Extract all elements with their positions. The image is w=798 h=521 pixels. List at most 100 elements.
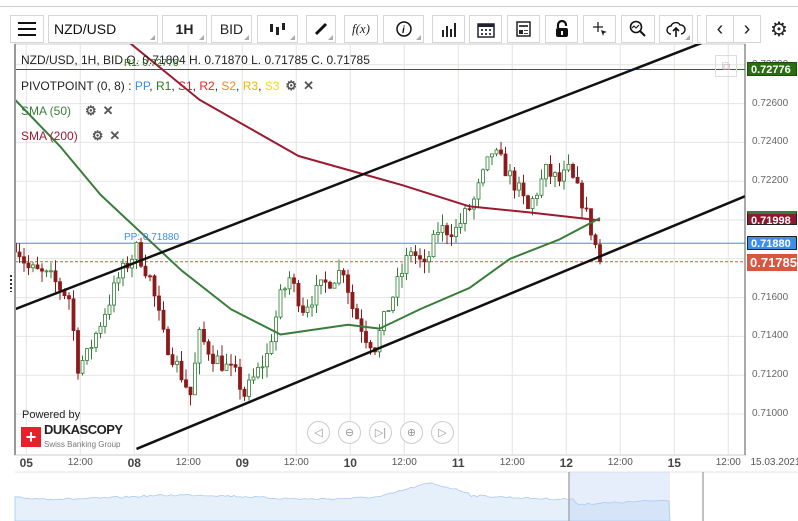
candle-body <box>188 386 193 396</box>
pivot-item-r3: R3 <box>242 79 259 93</box>
sma50-settings-icon[interactable]: ⚙ <box>85 103 97 119</box>
candle-body <box>206 341 211 355</box>
sma50-close-icon[interactable]: ✕ <box>103 103 114 119</box>
candle-body <box>458 223 463 228</box>
triangle-right-icon: ▷ <box>438 427 447 439</box>
popout-button[interactable]: ⧉ <box>715 55 737 77</box>
candle-body <box>211 353 215 365</box>
brand-sub: Swiss Banking Group <box>44 440 121 449</box>
candle-body <box>251 376 256 381</box>
scroll-right-button[interactable]: ▷ <box>431 421 454 444</box>
y-tick-label: 0.72200 <box>752 175 789 187</box>
skip-end-icon: ▷| <box>374 427 387 439</box>
candle-body <box>517 182 521 191</box>
candle-body <box>301 305 305 313</box>
candle-body <box>143 265 148 277</box>
candle-body <box>445 225 449 236</box>
sma50-name: SMA (50) <box>21 104 72 118</box>
candle-body <box>544 164 548 180</box>
pivot-settings-icon[interactable]: ⚙ <box>285 78 297 94</box>
candle-body <box>395 276 400 298</box>
candle-body <box>242 388 247 397</box>
scroll-left-button[interactable]: ◁ <box>307 421 330 444</box>
scroll-to-end-button[interactable]: ▷| <box>369 421 392 444</box>
swiss-cross-icon: + <box>21 427 41 447</box>
pivot-item-pp: PP <box>134 79 150 93</box>
candle-body <box>332 282 337 289</box>
candle-body <box>535 194 539 200</box>
candle-body <box>98 325 103 334</box>
candle-body <box>202 329 206 343</box>
x-tick-label: 12:00 <box>391 457 417 468</box>
candle-body <box>116 277 121 284</box>
candle-body <box>598 244 602 263</box>
pivot-close-icon[interactable]: ✕ <box>303 78 314 94</box>
candle-body <box>409 251 413 256</box>
candle-body <box>494 149 499 155</box>
candle-body <box>85 348 89 361</box>
candle-body <box>521 182 526 197</box>
candle-body <box>526 195 530 209</box>
dukascopy-logo: + DUKASCOPY Swiss Banking Group <box>21 423 123 451</box>
candle-body <box>274 316 278 343</box>
x-tick-label: 12:00 <box>175 457 201 468</box>
candle-body <box>467 208 472 211</box>
candle-body <box>121 262 125 279</box>
sma200-settings-icon[interactable]: ⚙ <box>92 128 104 144</box>
r1-line-text: R1: 0.72776 <box>124 58 179 70</box>
candle-body <box>67 295 71 300</box>
candle-body <box>296 283 301 307</box>
pivot-item-r1: R1 <box>155 79 172 93</box>
last-price-label: 0.71785 <box>747 253 797 271</box>
triangle-left-icon: ◁ <box>314 427 323 439</box>
candle-body <box>80 360 85 374</box>
sma200-name: SMA (200) <box>21 129 78 143</box>
pivotpoint-legend: PIVOTPOINT (0, 8) : PP, R1, S1, R2, S2, … <box>21 78 314 94</box>
sma200-close-icon[interactable]: ✕ <box>109 128 120 144</box>
pivot-item-r2: R2 <box>199 79 215 93</box>
candle-body <box>539 178 544 196</box>
candle-body <box>431 233 436 258</box>
candle-body <box>256 366 260 378</box>
x-tick-label: 12:00 <box>715 457 741 468</box>
candle-body <box>400 273 404 278</box>
candle-body <box>269 341 274 354</box>
pp-price-label: 0.71880 <box>747 236 797 251</box>
candle-body <box>391 296 395 311</box>
candle-body <box>571 163 575 178</box>
candle-body <box>485 156 490 171</box>
candle-body <box>557 172 562 182</box>
candle-body <box>71 298 76 331</box>
zoom-in-button[interactable]: ⊕ <box>400 421 423 444</box>
x-tick-label: 12 <box>559 456 573 470</box>
candle-body <box>314 285 319 306</box>
candle-body <box>454 226 458 238</box>
candle-body <box>404 255 409 274</box>
candle-body <box>197 329 202 364</box>
candle-body <box>58 281 62 291</box>
candle-body <box>215 355 220 365</box>
pivot-item-s1: S1 <box>177 79 193 93</box>
pivotpoint-name: PIVOTPOINT (0, 8) <box>21 79 125 93</box>
candle-body <box>386 310 391 313</box>
zoom-out-button[interactable]: ⊖ <box>338 421 361 444</box>
popout-icon: ⧉ <box>721 59 731 73</box>
brand-name: DUKASCOPY <box>44 422 123 437</box>
candle-body <box>49 270 53 273</box>
y-tick-label: 0.71000 <box>752 408 789 419</box>
candle-body <box>323 279 328 283</box>
candle-body <box>440 225 445 233</box>
navigator-window[interactable] <box>569 472 670 521</box>
candle-body <box>499 149 503 155</box>
candle-body <box>337 270 341 284</box>
candle-body <box>175 360 179 365</box>
y-tick-label: 0.72600 <box>752 97 789 109</box>
candle-body <box>193 362 197 396</box>
candle-body <box>341 270 346 276</box>
x-tick-label: 12:00 <box>67 457 93 468</box>
candle-body <box>148 275 152 278</box>
candle-body <box>260 366 265 369</box>
y-tick-label: 0.72400 <box>752 136 789 148</box>
x-tick-label: 08 <box>127 456 141 470</box>
candle-body <box>44 270 49 273</box>
